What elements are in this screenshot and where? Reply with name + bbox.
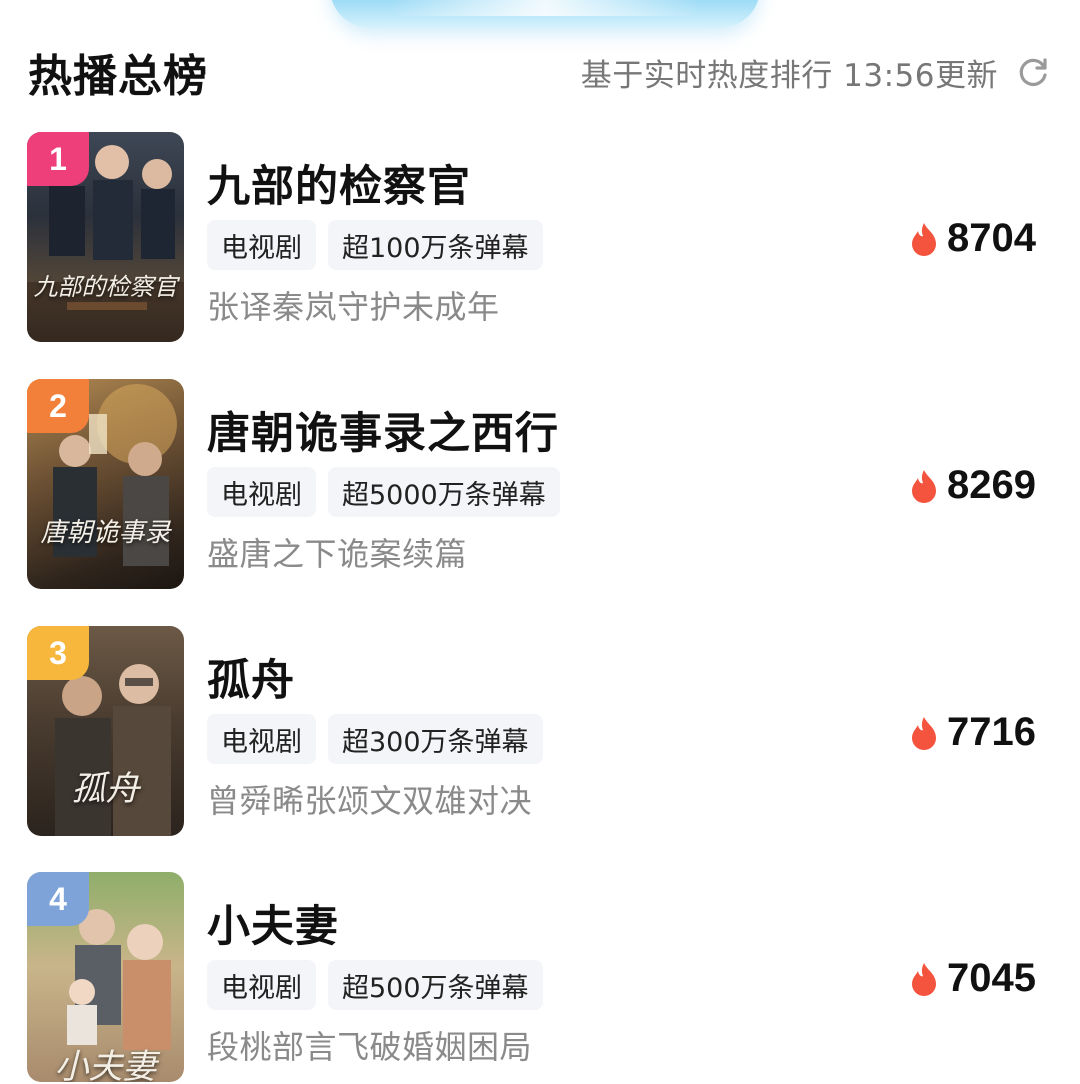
tag-list: 电视剧 超500万条弹幕 — [207, 960, 543, 1010]
flame-icon — [912, 962, 937, 996]
show-description: 张译秦岚守护未成年 — [207, 288, 500, 326]
heat-score: 8269 — [909, 463, 1036, 508]
ranking-header: 热播总榜 基于实时热度排行 13:56更新 — [28, 40, 1052, 104]
poster-image[interactable]: 九部的检察官 1 — [27, 132, 184, 342]
tag-category[interactable]: 电视剧 — [207, 220, 316, 270]
ranking-item[interactable]: 唐朝诡事录 2 唐朝诡事录之西行 电视剧 超5000万条弹幕 盛唐之下诡案续篇 … — [0, 379, 1080, 591]
tag-category[interactable]: 电视剧 — [207, 467, 316, 517]
ranking-item[interactable]: 孤舟 3 孤舟 电视剧 超300万条弹幕 曾舜晞张颂文双雄对决 7716 — [0, 626, 1080, 838]
heat-score: 7716 — [909, 710, 1036, 755]
tag-danmaku[interactable]: 超300万条弹幕 — [328, 714, 543, 764]
poster-title-art: 孤舟 — [71, 769, 140, 809]
heat-score: 7045 — [909, 956, 1036, 1001]
poster-title-art: 唐朝诡事录 — [40, 518, 171, 548]
rank-badge: 4 — [27, 872, 89, 926]
tag-danmaku[interactable]: 超500万条弹幕 — [328, 960, 543, 1010]
show-description: 盛唐之下诡案续篇 — [207, 535, 468, 573]
show-title[interactable]: 小夫妻 — [207, 892, 339, 954]
page-title: 热播总榜 — [28, 51, 208, 102]
heat-score-value: 8704 — [947, 216, 1036, 260]
poster-image[interactable]: 小夫妻 4 — [27, 872, 184, 1082]
heat-score: 8704 — [909, 216, 1036, 261]
tag-list: 电视剧 超5000万条弹幕 — [207, 467, 560, 517]
rank-badge: 2 — [27, 379, 89, 433]
heat-score-value: 8269 — [947, 463, 1036, 507]
rank-badge: 1 — [27, 132, 89, 186]
poster-title-art: 小夫妻 — [54, 1047, 157, 1082]
tag-list: 电视剧 超300万条弹幕 — [207, 714, 543, 764]
update-time-text: 基于实时热度排行 13:56更新 — [580, 57, 998, 94]
show-title[interactable]: 孤舟 — [207, 646, 295, 708]
heat-score-value: 7716 — [947, 710, 1036, 754]
tag-category[interactable]: 电视剧 — [207, 714, 316, 764]
poster-title-art: 九部的检察官 — [33, 273, 178, 301]
rank-badge: 3 — [27, 626, 89, 680]
flame-icon — [912, 222, 937, 256]
top-banner — [330, 0, 760, 28]
poster-image[interactable]: 孤舟 3 — [27, 626, 184, 836]
heat-score-value: 7045 — [947, 956, 1036, 1000]
tag-category[interactable]: 电视剧 — [207, 960, 316, 1010]
poster-image[interactable]: 唐朝诡事录 2 — [27, 379, 184, 589]
flame-icon — [912, 716, 937, 750]
header-right: 基于实时热度排行 13:56更新 — [581, 50, 1052, 95]
tag-danmaku[interactable]: 超5000万条弹幕 — [328, 467, 560, 517]
refresh-icon[interactable] — [1014, 53, 1052, 91]
flame-icon — [912, 469, 937, 503]
show-title[interactable]: 唐朝诡事录之西行 — [207, 399, 559, 461]
show-title[interactable]: 九部的检察官 — [207, 152, 471, 214]
ranking-item[interactable]: 九部的检察官 1 九部的检察官 电视剧 超100万条弹幕 张译秦岚守护未成年 8… — [0, 132, 1080, 344]
show-description: 段桃部言飞破婚姻困局 — [207, 1028, 533, 1066]
tag-list: 电视剧 超100万条弹幕 — [207, 220, 543, 270]
ranking-item[interactable]: 小夫妻 4 小夫妻 电视剧 超500万条弹幕 段桃部言飞破婚姻困局 7045 — [0, 872, 1080, 1084]
tag-danmaku[interactable]: 超100万条弹幕 — [328, 220, 543, 270]
show-description: 曾舜晞张颂文双雄对决 — [207, 782, 533, 820]
